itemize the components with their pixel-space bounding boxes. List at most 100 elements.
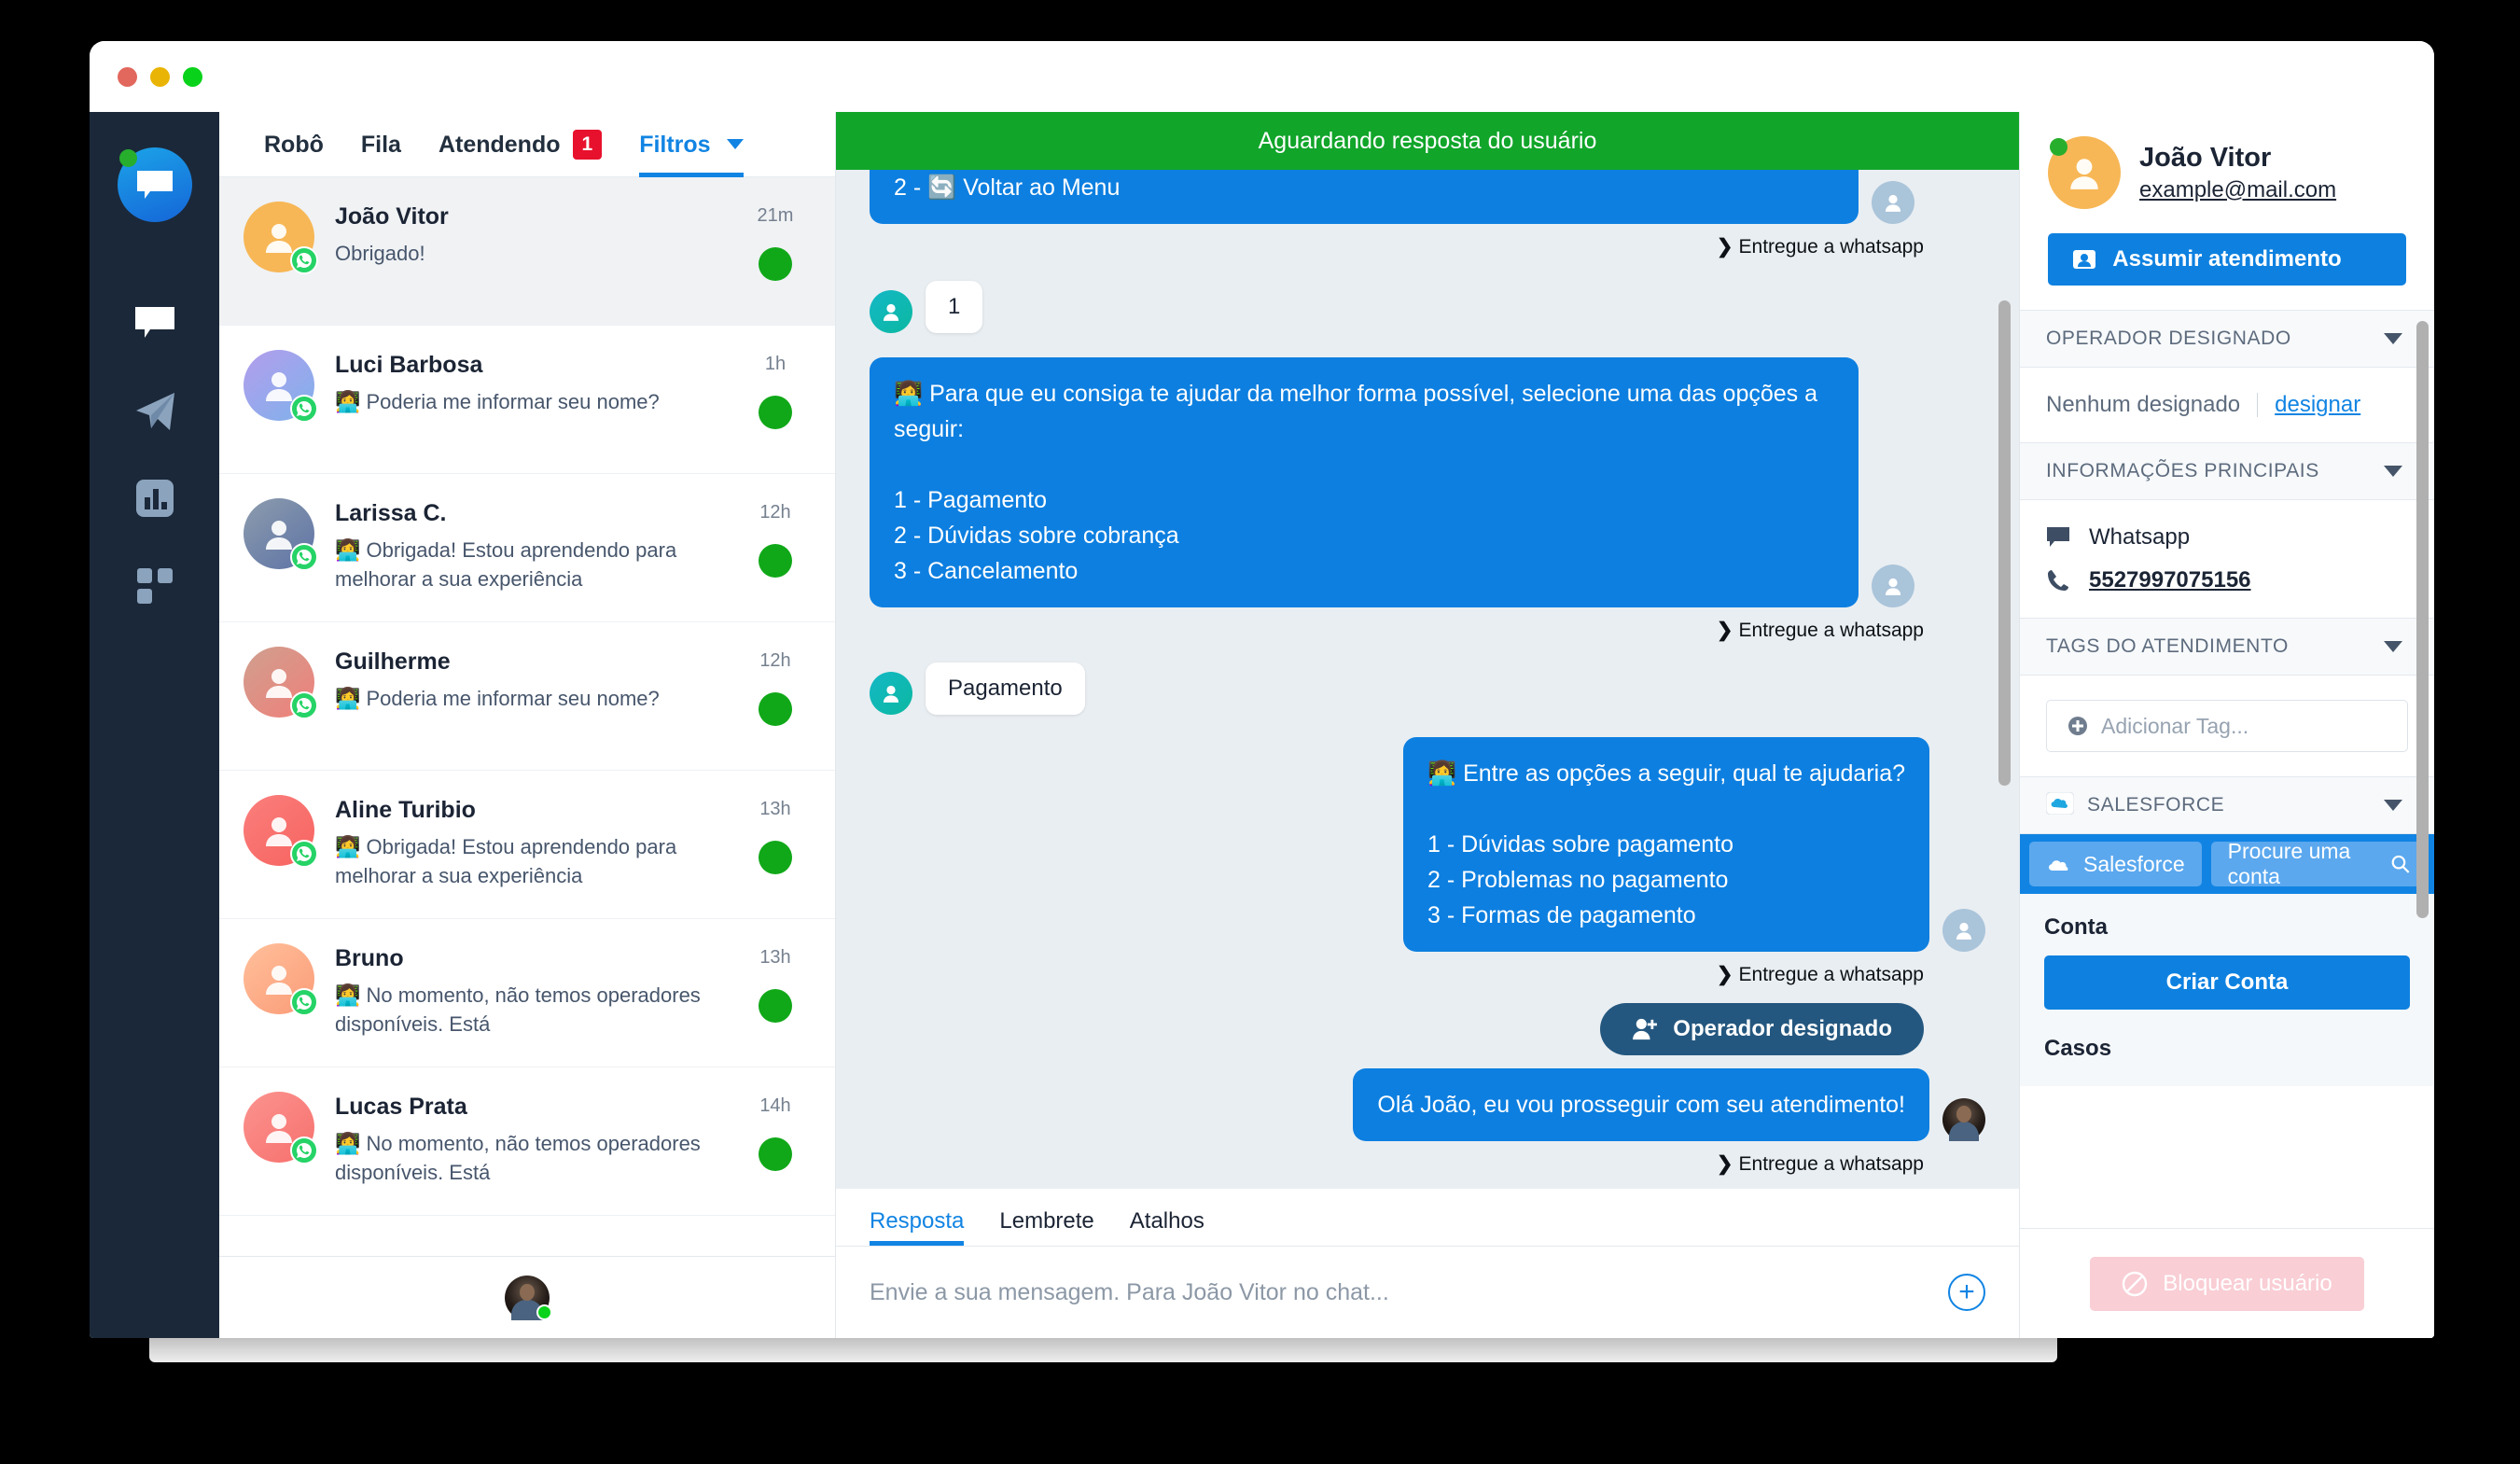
avatar — [2048, 136, 2121, 209]
assigned-operator-value: Nenhum designado — [2046, 392, 2241, 417]
sidebar-sections[interactable]: OPERADOR DESIGNADO Nenhum designado desi… — [2020, 310, 2434, 1228]
section-title: OPERADOR DESIGNADO — [2046, 328, 2291, 349]
list-item[interactable]: Luci Barbosa 👩‍💻 Poderia me informar seu… — [219, 326, 835, 474]
block-user-button[interactable]: Bloquear usuário — [2090, 1256, 2364, 1311]
list-item-snippet: 👩‍💻 Poderia me informar seu nome? — [335, 687, 660, 710]
cloud-icon — [2049, 860, 2068, 871]
sidebar-item-chat[interactable] — [121, 289, 188, 356]
list-item[interactable]: Lucas Prata 👩‍💻 No momento, não temos op… — [219, 1067, 835, 1216]
salesforce-cloud-icon — [2045, 791, 2075, 819]
list-item-body: João Vitor Obrigado! — [335, 202, 721, 268]
sidebar-item-campaigns[interactable] — [121, 377, 188, 444]
avatar-body — [1949, 1122, 1979, 1141]
list-item-time: 13h — [759, 799, 791, 819]
chevron-down-icon[interactable] — [2384, 641, 2402, 652]
tab-fila[interactable]: Fila — [361, 112, 401, 177]
list-item[interactable]: Bruno 👩‍💻 No momento, não temos operador… — [219, 919, 835, 1067]
list-item-meta: 12h — [742, 647, 809, 726]
compose-input-row[interactable]: Envie a sua mensagem. Para João Vitor no… — [836, 1247, 2019, 1338]
chat-scrollbar[interactable] — [1998, 300, 2011, 786]
conversation-tabbar: Robô Fila Atendendo 1 Filtros — [219, 112, 835, 177]
chat-bubble-icon — [2047, 527, 2069, 547]
conversation-list[interactable]: João Vitor Obrigado! 21m — [219, 177, 835, 1256]
list-item-time: 13h — [759, 947, 791, 968]
tab-lembrete-label: Lembrete — [999, 1208, 1094, 1234]
list-item-snippet: Obrigado! — [335, 242, 425, 265]
divider — [2257, 393, 2259, 417]
assign-operator-link[interactable]: designar — [2275, 392, 2360, 418]
list-item-body: Lucas Prata 👩‍💻 No momento, não temos op… — [335, 1092, 721, 1187]
sidebar-scrollbar[interactable] — [2416, 321, 2429, 918]
current-operator-avatar[interactable] — [505, 1275, 552, 1320]
section-header-info[interactable]: INFORMAÇÕES PRINCIPAIS — [2020, 442, 2434, 500]
create-account-button[interactable]: Criar Conta — [2044, 955, 2410, 1010]
tab-resposta[interactable]: Resposta — [870, 1208, 965, 1246]
salesforce-account-search[interactable]: Procure uma conta — [2210, 839, 2425, 888]
bot-avatar — [1872, 565, 1914, 607]
chevron-right-icon: ❯ — [1716, 236, 1733, 258]
tab-robo-label: Robô — [264, 131, 324, 158]
list-item-meta: 12h — [742, 498, 809, 578]
delivery-status: ❯ Entregue a whatsapp — [870, 952, 1985, 986]
chat-logo-icon[interactable] — [117, 147, 192, 222]
sidebar-item-apps[interactable] — [121, 552, 188, 620]
list-item[interactable]: Guilherme 👩‍💻 Poderia me informar seu no… — [219, 622, 835, 771]
chat-messages[interactable]: 2 - 🔄 Voltar ao Menu ❯ Entregue a whatsa… — [836, 170, 2019, 1189]
add-tag-input[interactable]: Adicionar Tag... — [2046, 700, 2408, 752]
salesforce-panel: Conta Criar Conta Casos — [2020, 894, 2434, 1086]
tab-robo[interactable]: Robô — [264, 112, 324, 177]
close-window-button[interactable] — [118, 66, 137, 87]
chevron-down-icon[interactable] — [2384, 333, 2402, 344]
tab-atalhos[interactable]: Atalhos — [1130, 1208, 1204, 1246]
cases-label: Casos — [2044, 1036, 2112, 1061]
tab-filtros[interactable]: Filtros — [639, 112, 745, 177]
tab-atendendo[interactable]: Atendendo 1 — [439, 112, 603, 177]
person-icon — [266, 521, 292, 550]
tab-fila-label: Fila — [360, 131, 401, 158]
contact-header: João Vitor example@mail.com — [2020, 112, 2434, 233]
plus-circle-icon[interactable]: + — [1948, 1274, 1985, 1311]
delivery-status-text: Entregue a whatsapp — [1738, 235, 1924, 258]
chevron-down-icon[interactable] — [2384, 800, 2402, 811]
user-card-icon — [2072, 247, 2096, 272]
phone-link[interactable]: 5527997075156 — [2089, 567, 2251, 593]
phone-icon — [2048, 570, 2068, 591]
avatar — [244, 943, 318, 1016]
delivery-status: ❯ Entregue a whatsapp — [870, 224, 1985, 258]
section-header-salesforce[interactable]: SALESFORCE — [2020, 776, 2434, 834]
minimize-window-button[interactable] — [150, 66, 170, 87]
status-badge — [759, 841, 792, 874]
person-icon — [266, 224, 292, 253]
section-header-tags[interactable]: TAGS DO ATENDIMENTO — [2020, 618, 2434, 676]
list-item-body: Bruno 👩‍💻 No momento, não temos operador… — [335, 943, 721, 1039]
list-item-name: Aline Turibio — [335, 797, 476, 823]
assume-service-button[interactable]: Assumir atendimento — [2048, 233, 2406, 286]
chevron-down-icon — [726, 139, 744, 149]
atendendo-count-badge: 1 — [572, 129, 603, 160]
section-header-left: SALESFORCE — [2045, 791, 2224, 819]
chevron-down-icon[interactable] — [2384, 466, 2402, 477]
maximize-window-button[interactable] — [183, 66, 202, 87]
contact-email-link[interactable]: example@mail.com — [2139, 177, 2336, 203]
list-item[interactable]: Aline Turibio 👩‍💻 Obrigada! Estou aprend… — [219, 771, 835, 919]
list-item[interactable]: Larissa C. 👩‍💻 Obrigada! Estou aprendend… — [219, 474, 835, 622]
sidebar-item-reports[interactable] — [121, 465, 188, 532]
avatar — [244, 647, 318, 719]
status-badge — [759, 247, 792, 281]
status-badge — [759, 1137, 792, 1171]
message-bubble-bot: 👩‍💻 Para que eu consiga te ajudar da mel… — [870, 357, 1859, 607]
avatar-head — [1956, 1106, 1971, 1122]
section-header-operator[interactable]: OPERADOR DESIGNADO — [2020, 310, 2434, 368]
conversation-column: Robô Fila Atendendo 1 Filtros João Vitor… — [219, 112, 836, 1338]
window-titlebar — [90, 41, 2434, 112]
list-item-body: Guilherme 👩‍💻 Poderia me informar seu no… — [335, 647, 721, 713]
list-item[interactable]: João Vitor Obrigado! 21m — [219, 177, 835, 326]
online-status-dot — [536, 1304, 552, 1320]
message-input[interactable]: Envie a sua mensagem. Para João Vitor no… — [870, 1279, 1389, 1306]
tab-lembrete[interactable]: Lembrete — [999, 1208, 1093, 1246]
list-item-meta: 13h — [742, 943, 809, 1023]
message-bubble-user: Pagamento — [926, 662, 1085, 715]
whatsapp-icon — [290, 840, 318, 868]
delivery-status: ❯ Entregue a whatsapp — [870, 1141, 1985, 1176]
salesforce-chip[interactable]: Salesforce — [2029, 842, 2202, 886]
